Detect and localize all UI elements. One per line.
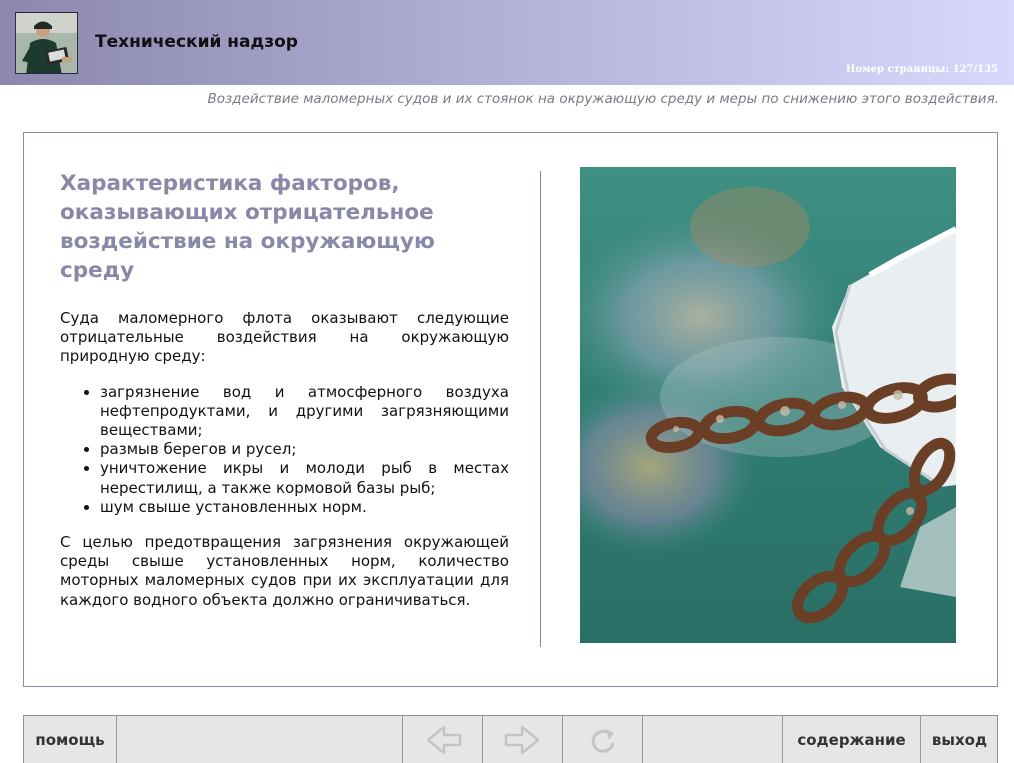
page-number: Номер страницы: 127/135 — [845, 64, 998, 75]
list-item: шум свыше установленных норм. — [100, 498, 509, 517]
list-item: уничтожение икры и молоди рыб в местах н… — [100, 459, 509, 497]
list-item: загрязнение вод и атмосферного воздуха н… — [100, 383, 509, 441]
avatar — [15, 12, 78, 74]
header-bar: Технический надзор Номер страницы: 127/1… — [0, 0, 1014, 85]
conclusion-paragraph: С целью предотвращения загрязнения окруж… — [60, 533, 509, 609]
contents-label: содержание — [797, 731, 906, 749]
slide-frame: Характеристика факторов, оказывающих отр… — [23, 132, 998, 687]
nav-spacer-left — [117, 716, 403, 763]
column-divider — [540, 171, 541, 647]
contents-button[interactable]: содержание — [783, 716, 921, 763]
reload-icon — [591, 729, 614, 753]
forward-button[interactable] — [483, 716, 563, 763]
intro-paragraph: Суда маломерного флота оказывают следующ… — [60, 309, 509, 366]
help-label: помощь — [35, 731, 105, 749]
lesson-subtitle: Воздействие маломерных судов и их стояно… — [207, 91, 999, 107]
impact-list: загрязнение вод и атмосферного воздуха н… — [60, 383, 509, 517]
navigation-bar: помощь содержание выход — [23, 715, 998, 763]
exit-label: выход — [931, 731, 988, 749]
slide-heading: Характеристика факторов, оказывающих отр… — [60, 171, 435, 283]
oil-slick-photo — [580, 167, 956, 643]
arrow-left-icon — [426, 725, 461, 755]
exit-button[interactable]: выход — [921, 716, 998, 763]
arrow-right-icon — [504, 725, 539, 755]
list-item: размыв берегов и русел; — [100, 440, 509, 459]
back-button[interactable] — [403, 716, 483, 763]
inspector-photo — [16, 13, 77, 73]
nav-spacer-right — [643, 716, 783, 763]
slide-body: Суда маломерного флота оказывают следующ… — [60, 309, 509, 610]
app-title: Технический надзор — [95, 32, 298, 52]
oil-chain-illustration — [580, 167, 956, 643]
reload-button[interactable] — [563, 716, 643, 763]
help-button[interactable]: помощь — [24, 716, 117, 763]
